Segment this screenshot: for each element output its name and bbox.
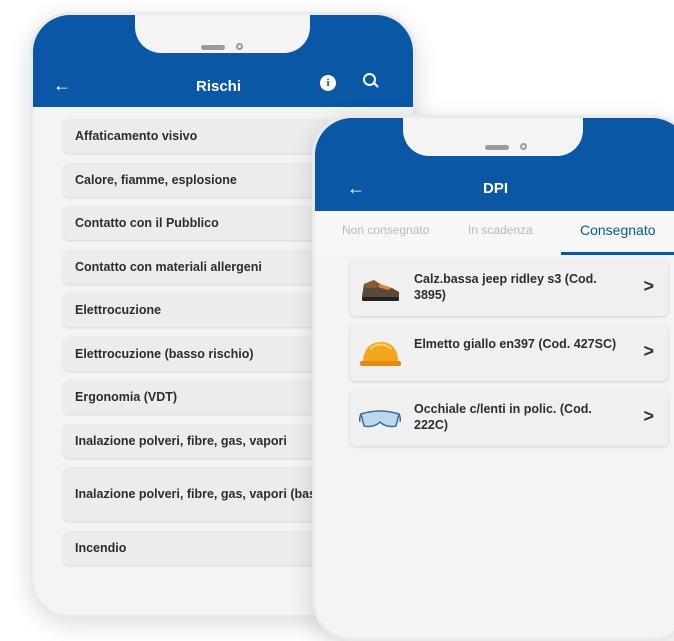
dpi-item-helmet[interactable]: Elmetto giallo en397 (Cod. 427SC) > xyxy=(350,325,668,381)
search-icon[interactable] xyxy=(363,73,379,88)
dpi-item-label: Occhiale c/lenti in polic. (Cod. 222C) xyxy=(414,402,592,432)
speaker-icon xyxy=(201,45,225,50)
tab-consegnato[interactable]: Consegnato xyxy=(580,222,656,238)
rischi-header: ← Rischi i xyxy=(33,15,413,107)
hard-hat-icon xyxy=(360,342,401,366)
dpi-tabs: Non consegnato In scadenza Consegnato xyxy=(315,211,674,255)
info-icon[interactable]: i xyxy=(320,75,336,91)
safety-glasses-icon xyxy=(358,410,402,428)
dpi-item-shoe[interactable]: Calz.bassa jeep ridley s3 (Cod. 3895) > xyxy=(350,260,668,316)
active-tab-indicator xyxy=(561,252,674,255)
dpi-item-glasses[interactable]: Occhiale c/lenti in polic. (Cod. 222C) > xyxy=(350,390,668,446)
safety-shoe-icon xyxy=(362,280,399,301)
chevron-right-icon: > xyxy=(643,341,654,361)
page-title: Rischi xyxy=(196,78,242,95)
tab-in-scadenza[interactable]: In scadenza xyxy=(468,223,533,237)
back-arrow-icon[interactable]: ← xyxy=(347,178,365,199)
camera-icon xyxy=(236,43,243,50)
dpi-phone: ← DPI Non consegnato In scadenza Consegn… xyxy=(312,115,674,641)
chevron-right-icon: > xyxy=(643,406,654,426)
dpi-item-label: Calz.bassa jeep ridley s3 (Cod. 3895) xyxy=(414,272,597,302)
chevron-right-icon: > xyxy=(643,276,654,296)
camera-icon xyxy=(520,143,527,150)
dpi-list: Calz.bassa jeep ridley s3 (Cod. 3895) > … xyxy=(350,260,668,455)
phone-notch xyxy=(403,118,583,156)
page-title: DPI xyxy=(483,180,509,197)
speaker-icon xyxy=(485,145,509,150)
dpi-item-label: Elmetto giallo en397 (Cod. 427SC) xyxy=(414,337,617,351)
back-arrow-icon[interactable]: ← xyxy=(53,75,71,96)
tab-non-consegnato[interactable]: Non consegnato xyxy=(342,223,429,237)
dpi-header: ← DPI xyxy=(315,118,674,211)
